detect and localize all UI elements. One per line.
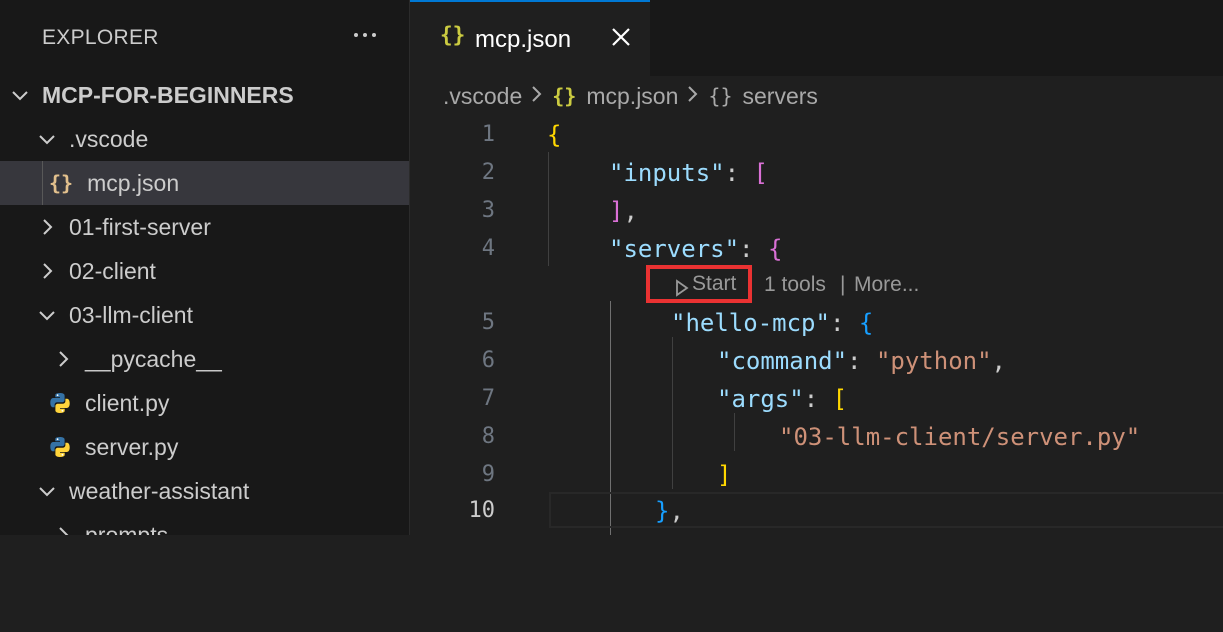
chevron-right-icon — [53, 349, 73, 369]
line-number: 6 — [481, 348, 495, 373]
line-number: 2 — [481, 160, 495, 185]
tree-item-label: prompts — [85, 521, 169, 536]
code-line-7: 7 "args": [ — [410, 380, 1223, 418]
code-text: }, — [655, 497, 684, 525]
code-line-1: 1 { — [410, 116, 1223, 154]
python-file-icon — [48, 391, 72, 415]
tree-item-label: __pycache__ — [85, 345, 222, 372]
tree-root-label: MCP-FOR-BEGINNERS — [42, 81, 294, 108]
chevron-right-icon — [37, 261, 57, 281]
close-icon[interactable] — [608, 24, 634, 50]
code-text: { — [547, 121, 562, 149]
code-text: "command": "python", — [717, 347, 1006, 375]
tree-item-02-client[interactable]: 02-client — [0, 249, 409, 293]
tree-item-03-llm-client[interactable]: 03-llm-client — [0, 293, 409, 337]
tree-item-label: 03-llm-client — [69, 301, 193, 328]
line-number: 10 — [468, 498, 496, 523]
chevron-down-icon — [37, 305, 57, 325]
editor-pane: {} mcp.json .vscode {} mcp.json {} serve… — [410, 0, 1223, 535]
code-editor[interactable]: 1 { 2 "inputs": [ 3 ], 4 "servers": { St… — [410, 116, 1223, 535]
tree-item-weather-assistant[interactable]: weather-assistant — [0, 469, 409, 513]
line-number: 9 — [481, 462, 495, 487]
code-text: ] — [717, 461, 732, 489]
tree-item-pycache[interactable]: __pycache__ — [0, 337, 409, 381]
chevron-right-icon — [37, 217, 57, 237]
tree-item-label: client.py — [85, 389, 170, 416]
code-line-6: 6 "command": "python", — [410, 342, 1223, 380]
codelens-separator: | — [840, 273, 846, 296]
chevron-down-icon — [10, 85, 30, 105]
explorer-header: EXPLORER — [0, 0, 409, 76]
tab-bar: {} mcp.json — [410, 0, 1223, 76]
python-file-icon — [48, 435, 72, 459]
tree-root-mcp-for-beginners[interactable]: MCP-FOR-BEGINNERS — [0, 73, 409, 117]
ellipsis-icon[interactable] — [350, 20, 380, 50]
code-text: "03-llm-client/server.py" — [779, 423, 1141, 451]
chevron-down-icon — [37, 129, 57, 149]
code-line-3: 3 ], — [410, 192, 1223, 230]
code-text: "hello-mcp": { — [671, 309, 874, 337]
line-number: 8 — [481, 424, 495, 449]
start-label: Start — [692, 272, 737, 295]
json-file-icon: {} — [440, 23, 466, 47]
indent-guide — [42, 161, 43, 205]
codelens-row: Start 1 tools | More... — [410, 265, 1223, 304]
tree-item-label: weather-assistant — [69, 477, 250, 504]
breadcrumb-symbol[interactable]: servers — [743, 83, 818, 110]
tree-item-server-py[interactable]: server.py — [0, 425, 409, 469]
tab-mcp-json[interactable]: {} mcp.json — [410, 0, 650, 76]
tree-item-label: 02-client — [69, 257, 156, 284]
tree-item-prompts[interactable]: prompts — [0, 513, 409, 535]
line-number: 5 — [481, 310, 495, 335]
code-text: "inputs": [ — [609, 159, 768, 187]
code-line-8: 8 "03-llm-client/server.py" — [410, 418, 1223, 456]
chevron-right-icon — [686, 83, 700, 110]
code-line-10: 10 }, — [410, 492, 1223, 530]
breadcrumb-file[interactable]: mcp.json — [586, 83, 678, 110]
line-number: 4 — [481, 236, 495, 261]
line-number: 3 — [481, 198, 495, 223]
explorer-sidebar: EXPLORER MCP-FOR-BEGINNERS .vscode {} mc… — [0, 0, 410, 535]
play-icon — [675, 279, 689, 303]
tree-item-label: 01-first-server — [69, 213, 211, 240]
tab-label: mcp.json — [475, 26, 572, 53]
line-number: 7 — [481, 386, 495, 411]
tree-item-mcp-json[interactable]: {} mcp.json — [0, 161, 409, 205]
tree-item-vscode[interactable]: .vscode — [0, 117, 409, 161]
code-text: ], — [609, 197, 638, 225]
json-file-icon: {} — [552, 84, 577, 108]
tools-count-link[interactable]: 1 tools — [764, 273, 826, 297]
chevron-right-icon — [530, 83, 544, 110]
breadcrumb-folder[interactable]: .vscode — [443, 83, 522, 110]
code-line-9: 9 ] — [410, 456, 1223, 494]
chevron-right-icon — [53, 525, 73, 535]
json-file-icon: {} — [49, 171, 74, 195]
code-line-5: 5 "hello-mcp": { — [410, 304, 1223, 342]
more-link[interactable]: More... — [854, 273, 919, 297]
tree-item-label: mcp.json — [87, 169, 180, 196]
code-text: "args": [ — [717, 385, 848, 413]
line-number: 1 — [481, 122, 495, 147]
code-line-4: 4 "servers": { — [410, 230, 1223, 268]
object-symbol-icon: {} — [708, 84, 733, 108]
code-line-2: 2 "inputs": [ — [410, 154, 1223, 192]
code-text: "servers": { — [609, 235, 783, 263]
current-line-highlight — [549, 492, 1223, 528]
breadcrumb: .vscode {} mcp.json {} servers — [443, 80, 818, 112]
tree-item-label: .vscode — [69, 125, 149, 152]
tree-item-label: server.py — [85, 433, 179, 460]
chevron-down-icon — [37, 481, 57, 501]
tree-item-client-py[interactable]: client.py — [0, 381, 409, 425]
explorer-title: EXPLORER — [42, 26, 159, 49]
start-server-button[interactable]: Start — [646, 265, 752, 303]
tree-item-01-first-server[interactable]: 01-first-server — [0, 205, 409, 249]
